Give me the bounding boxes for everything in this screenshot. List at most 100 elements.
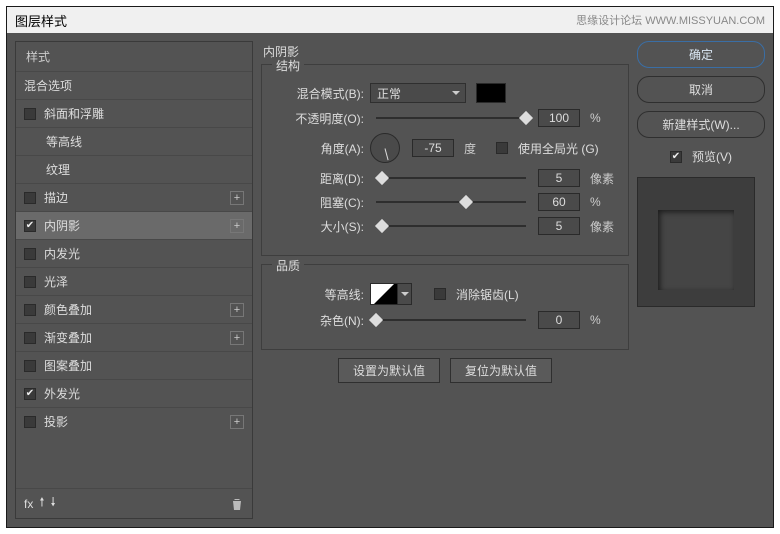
noise-label: 杂色(N):	[276, 312, 364, 329]
opacity-slider[interactable]	[376, 111, 526, 125]
sidebar-item-label: 描边	[44, 189, 230, 206]
sidebar-header: 样式	[16, 42, 252, 71]
noise-input[interactable]: 0	[538, 311, 580, 329]
opacity-input[interactable]: 100	[538, 109, 580, 127]
size-slider[interactable]	[376, 219, 526, 233]
antialias-checkbox[interactable]	[434, 288, 446, 300]
sidebar-item-5[interactable]: 内发光	[16, 239, 252, 267]
sidebar-item-label: 混合选项	[24, 77, 244, 94]
sidebar-item-10[interactable]: 外发光	[16, 379, 252, 407]
choke-input[interactable]: 60	[538, 193, 580, 211]
sidebar-item-label: 内阴影	[44, 217, 230, 234]
size-input[interactable]: 5	[538, 217, 580, 235]
sidebar-item-label: 斜面和浮雕	[44, 105, 244, 122]
angle-label: 角度(A):	[276, 140, 364, 157]
sidebar-item-label: 内发光	[44, 245, 244, 262]
sidebar-item-7[interactable]: 颜色叠加+	[16, 295, 252, 323]
style-checkbox[interactable]	[24, 360, 36, 372]
angle-dial[interactable]	[370, 133, 400, 163]
size-unit: 像素	[590, 218, 614, 235]
new-style-button[interactable]: 新建样式(W)...	[637, 111, 765, 138]
structure-fieldset: 结构 混合模式(B): 正常 不透明度(O): 100 % 角度(A): -75	[261, 64, 629, 256]
dialog-body: 样式 混合选项 斜面和浮雕等高线纹理描边+内阴影+内发光光泽颜色叠加+渐变叠加+…	[7, 33, 773, 527]
style-checkbox[interactable]	[24, 108, 36, 120]
sidebar-item-3[interactable]: 描边+	[16, 183, 252, 211]
style-checkbox[interactable]	[24, 388, 36, 400]
style-checkbox[interactable]	[24, 276, 36, 288]
settings-panel: 内阴影 结构 混合模式(B): 正常 不透明度(O): 100 % 角度(A):	[261, 41, 629, 519]
set-default-button[interactable]: 设置为默认值	[338, 358, 440, 383]
structure-legend: 结构	[272, 57, 304, 74]
right-panel: 确定 取消 新建样式(W)... 预览(V)	[637, 41, 765, 519]
add-effect-icon[interactable]: +	[230, 303, 244, 317]
sidebar-item-label: 渐变叠加	[44, 329, 230, 346]
sidebar-item-label: 等高线	[46, 133, 244, 150]
window-title: 图层样式	[15, 11, 67, 30]
styles-sidebar: 样式 混合选项 斜面和浮雕等高线纹理描边+内阴影+内发光光泽颜色叠加+渐变叠加+…	[15, 41, 253, 519]
distance-input[interactable]: 5	[538, 169, 580, 187]
style-checkbox[interactable]	[24, 416, 36, 428]
sidebar-item-label: 投影	[44, 413, 230, 430]
opacity-unit: %	[590, 111, 601, 125]
sidebar-item-6[interactable]: 光泽	[16, 267, 252, 295]
sidebar-item-1[interactable]: 等高线	[16, 127, 252, 155]
blend-mode-select[interactable]: 正常	[370, 83, 466, 103]
add-effect-icon[interactable]: +	[230, 191, 244, 205]
sidebar-item-label: 颜色叠加	[44, 301, 230, 318]
distance-unit: 像素	[590, 170, 614, 187]
preview-thumbnail	[637, 177, 755, 307]
cancel-button[interactable]: 取消	[637, 76, 765, 103]
angle-input[interactable]: -75	[412, 139, 454, 157]
fx-menu-icon[interactable]: fx	[24, 497, 33, 511]
noise-unit: %	[590, 313, 601, 327]
arrow-up-icon[interactable]: 🠕	[39, 493, 44, 514]
sidebar-item-8[interactable]: 渐变叠加+	[16, 323, 252, 351]
style-checkbox[interactable]	[24, 248, 36, 260]
sidebar-item-label: 纹理	[46, 161, 244, 178]
add-effect-icon[interactable]: +	[230, 415, 244, 429]
watermark: 思缘设计论坛 WWW.MISSYUAN.COM	[576, 12, 765, 28]
preview-label: 预览(V)	[692, 148, 732, 165]
distance-slider[interactable]	[376, 171, 526, 185]
size-label: 大小(S):	[276, 218, 364, 235]
sidebar-blend-options[interactable]: 混合选项	[16, 71, 252, 99]
blend-mode-label: 混合模式(B):	[276, 85, 364, 102]
arrow-down-icon[interactable]: 🠗	[51, 493, 56, 514]
style-checkbox[interactable]	[24, 192, 36, 204]
noise-slider[interactable]	[376, 313, 526, 327]
preview-checkbox[interactable]	[670, 151, 682, 163]
contour-picker[interactable]	[370, 283, 398, 305]
contour-dropdown-icon[interactable]	[398, 283, 412, 305]
choke-slider[interactable]	[376, 195, 526, 209]
opacity-label: 不透明度(O):	[276, 110, 364, 127]
layer-style-dialog: 图层样式 思缘设计论坛 WWW.MISSYUAN.COM 样式 混合选项 斜面和…	[6, 6, 774, 528]
sidebar-item-label: 图案叠加	[44, 357, 244, 374]
angle-unit: 度	[464, 140, 476, 157]
sidebar-item-label: 光泽	[44, 273, 244, 290]
choke-label: 阻塞(C):	[276, 194, 364, 211]
global-light-checkbox[interactable]	[496, 142, 508, 154]
style-checkbox[interactable]	[24, 304, 36, 316]
panel-title: 内阴影	[263, 43, 629, 60]
titlebar: 图层样式 思缘设计论坛 WWW.MISSYUAN.COM	[7, 7, 773, 33]
style-checkbox[interactable]	[24, 332, 36, 344]
add-effect-icon[interactable]: +	[230, 219, 244, 233]
sidebar-item-11[interactable]: 投影+	[16, 407, 252, 435]
style-checkbox[interactable]	[24, 220, 36, 232]
antialias-label: 消除锯齿(L)	[456, 286, 519, 303]
sidebar-item-label: 外发光	[44, 385, 244, 402]
sidebar-item-9[interactable]: 图案叠加	[16, 351, 252, 379]
quality-fieldset: 品质 等高线: 消除锯齿(L) 杂色(N): 0 %	[261, 264, 629, 350]
global-light-label: 使用全局光 (G)	[518, 140, 599, 157]
sidebar-item-4[interactable]: 内阴影+	[16, 211, 252, 239]
add-effect-icon[interactable]: +	[230, 331, 244, 345]
contour-label: 等高线:	[276, 286, 364, 303]
quality-legend: 品质	[272, 257, 304, 274]
trash-icon[interactable]	[230, 497, 244, 511]
sidebar-item-2[interactable]: 纹理	[16, 155, 252, 183]
sidebar-item-0[interactable]: 斜面和浮雕	[16, 99, 252, 127]
reset-default-button[interactable]: 复位为默认值	[450, 358, 552, 383]
shadow-color-swatch[interactable]	[476, 83, 506, 103]
choke-unit: %	[590, 195, 601, 209]
ok-button[interactable]: 确定	[637, 41, 765, 68]
